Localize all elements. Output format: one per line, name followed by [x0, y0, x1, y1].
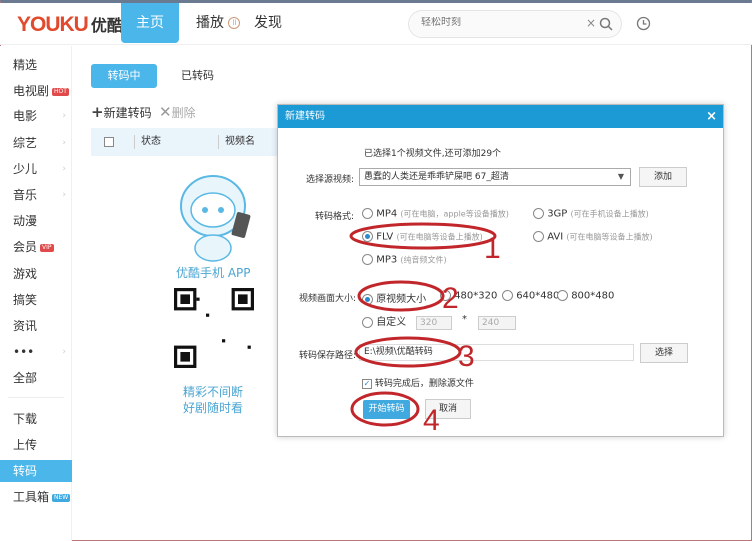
annotation-number-4: 4: [423, 404, 440, 437]
column-video-name: 视频名: [225, 136, 255, 147]
times-sign: *: [462, 314, 467, 325]
sidebar-item[interactable]: 综艺 ›: [0, 132, 72, 154]
qr-code: [174, 288, 254, 368]
sidebar-item[interactable]: 会员 VIP: [0, 236, 72, 258]
youku-logo[interactable]: YOUKU 优酷: [17, 12, 123, 37]
format-option-mp3[interactable]: MP3 (纯音频文件): [362, 254, 447, 266]
sidebar-item[interactable]: 搞笑: [0, 289, 72, 311]
sidebar-item[interactable]: 转码: [0, 460, 72, 482]
annotation-number-3: 3: [458, 340, 475, 373]
save-path-input[interactable]: E:\视频\优酷转码: [359, 344, 634, 361]
top-bar: YOUKU优酷 主页 播放 ll 发现 ×: [0, 3, 752, 45]
sidebar-item[interactable]: 动漫: [0, 210, 72, 232]
selection-info: 已选择1个视频文件,还可添加29个: [364, 149, 502, 159]
sidebar-badge: HOT: [52, 87, 69, 96]
delete-source-checkbox[interactable]: ✓ 转码完成后，删除源文件: [362, 376, 474, 389]
slogan: 精彩不间断 好剧随时看: [183, 385, 244, 415]
add-button[interactable]: 添加: [639, 167, 687, 187]
sidebar-item-label: 会员: [13, 240, 38, 254]
sidebar-item-label: 电影: [13, 109, 38, 123]
custom-width-stepper[interactable]: 320: [416, 314, 452, 330]
chevron-right-icon: ›: [62, 138, 66, 148]
search-input[interactable]: [421, 17, 571, 28]
checkbox-checked-icon: ✓: [362, 378, 372, 389]
column-status: 状态: [141, 136, 161, 147]
sidebar-divider: [8, 397, 64, 398]
new-transcode-dialog: 新建转码 × 已选择1个视频文件,还可添加29个 选择源视频: 愚蠢的人类还是乖乖…: [277, 104, 724, 437]
sidebar-item[interactable]: 下载: [0, 408, 72, 430]
sidebar-item-label: 工具箱: [13, 490, 50, 504]
chevron-right-icon: ›: [62, 347, 66, 357]
format-label: 转码格式:: [314, 212, 354, 222]
sidebar-item[interactable]: 电视剧 HOT: [0, 80, 72, 102]
chevron-right-icon: ›: [62, 111, 66, 121]
nav-home[interactable]: 主页: [121, 3, 179, 43]
format-option-flv[interactable]: FLV (可在电脑等设备上播放): [362, 231, 483, 243]
sidebar-item[interactable]: 精选: [0, 54, 72, 76]
sidebar-item[interactable]: 工具箱 NEW: [0, 486, 72, 508]
chevron-right-icon: ›: [62, 164, 66, 174]
history-clock-icon[interactable]: [636, 16, 651, 31]
sidebar-item[interactable]: 资讯: [0, 315, 72, 337]
sidebar-item[interactable]: 音乐 ›: [0, 184, 72, 206]
sidebar-item[interactable]: 上传: [0, 434, 72, 456]
size-option[interactable]: 800*480: [557, 290, 614, 302]
clear-icon[interactable]: ×: [586, 16, 596, 30]
size-option[interactable]: 原视频大小: [362, 290, 426, 305]
tab-transcoded[interactable]: 已转码: [181, 64, 214, 88]
select-all-checkbox[interactable]: [104, 137, 114, 147]
sidebar-item[interactable]: 全部: [0, 367, 72, 389]
search-icon[interactable]: [599, 17, 613, 31]
close-icon[interactable]: ×: [706, 105, 717, 128]
size-option[interactable]: 640*480: [502, 290, 559, 302]
new-transcode-button[interactable]: +新建转码: [91, 103, 152, 121]
sidebar-item-label: 全部: [13, 371, 38, 385]
nav-play[interactable]: 播放 ll: [196, 3, 241, 43]
sidebar-item-label: •••: [13, 345, 35, 359]
sidebar-badge: NEW: [52, 493, 71, 502]
sidebar-item-label: 下载: [13, 412, 38, 426]
sidebar-item-label: 游戏: [13, 267, 38, 281]
source-video-select[interactable]: 愚蠢的人类还是乖乖铲屎吧 67_超清 ▼: [359, 168, 631, 186]
source-label: 选择源视频:: [305, 175, 354, 185]
sidebar-item[interactable]: 游戏: [0, 263, 72, 285]
nav-discover[interactable]: 发现: [254, 3, 282, 43]
app-label: 优酷手机 APP: [176, 266, 251, 280]
sidebar-item-label: 少儿: [13, 162, 38, 176]
delete-button[interactable]: ✕删除: [159, 103, 196, 121]
sidebar-item-label: 上传: [13, 438, 38, 452]
sidebar-item-label: 转码: [13, 464, 38, 478]
annotation-number-2: 2: [442, 282, 459, 315]
search-box: ×: [408, 10, 622, 38]
custom-height-stepper[interactable]: 240: [478, 314, 516, 330]
path-label: 转码保存路径:: [298, 351, 356, 361]
sidebar: 精选电视剧 HOT 电影 › 综艺 › 少儿 › 音乐 › 动漫会员 VIP 游戏搞笑资讯 ••• › 全部下…: [0, 46, 72, 541]
sidebar-item[interactable]: 少儿 ›: [0, 158, 72, 180]
pause-icon: ll: [228, 17, 241, 29]
size-label: 视频画面大小:: [298, 294, 356, 304]
choose-path-button[interactable]: 选择: [640, 343, 688, 363]
sidebar-item[interactable]: 电影 ›: [0, 105, 72, 127]
sidebar-item-label: 精选: [13, 58, 38, 72]
format-option-avi[interactable]: AVI (可在电脑等设备上播放): [533, 231, 653, 243]
annotation-number-1: 1: [484, 232, 501, 265]
sidebar-item-label: 搞笑: [13, 293, 38, 307]
mascot-illustration: [180, 175, 251, 262]
sidebar-badge: VIP: [40, 243, 54, 252]
chevron-down-icon: ▼: [617, 172, 624, 181]
tab-transcoding[interactable]: 转码中: [91, 64, 157, 88]
sidebar-item-label: 电视剧: [13, 84, 50, 98]
sidebar-item-label: 音乐: [13, 188, 38, 202]
sidebar-item[interactable]: ••• ›: [0, 341, 72, 363]
sidebar-item-label: 动漫: [13, 214, 38, 228]
sidebar-item-label: 资讯: [13, 319, 38, 333]
format-option-3gp[interactable]: 3GP (可在手机设备上播放): [533, 208, 649, 220]
start-transcode-button[interactable]: 开始转码: [363, 400, 410, 419]
format-option-mp4[interactable]: MP4 (可在电脑，apple等设备播放): [362, 208, 509, 220]
size-option-custom[interactable]: 自定义: [362, 313, 406, 328]
dialog-title-bar: 新建转码 ×: [278, 105, 723, 128]
chevron-right-icon: ›: [62, 190, 66, 200]
sidebar-item-label: 综艺: [13, 136, 38, 150]
